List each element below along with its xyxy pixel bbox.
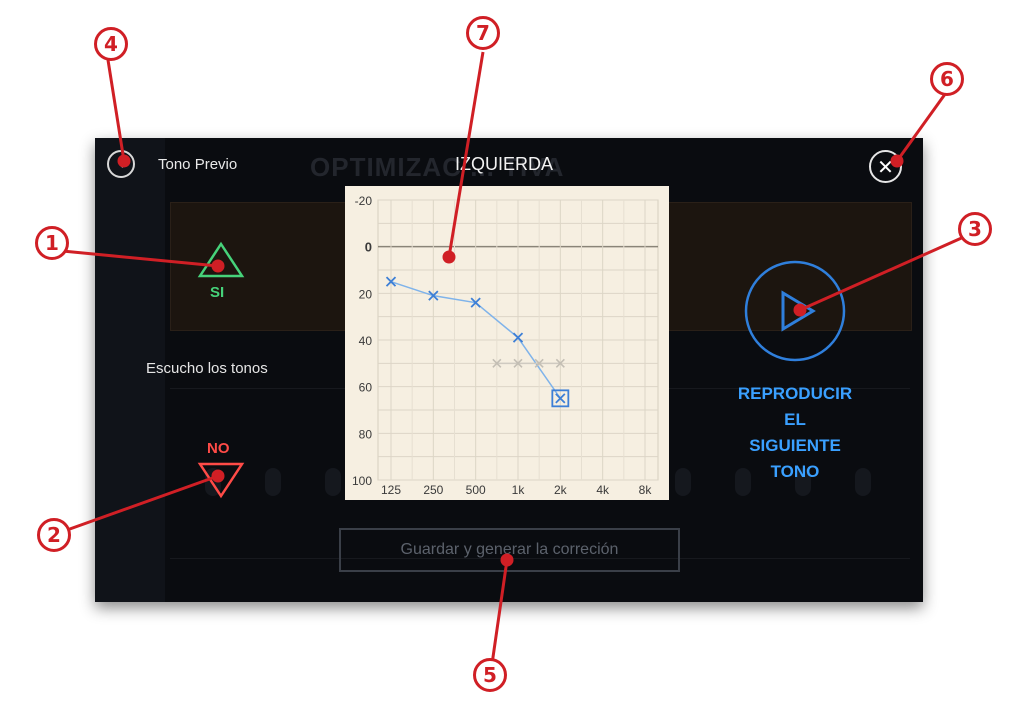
annotation-overlay	[51, 51, 976, 679]
callout-dot	[890, 154, 904, 168]
callout-dot	[442, 250, 456, 264]
callout-1: 1	[35, 226, 69, 260]
callout-leader-line	[799, 230, 976, 312]
callout-5: 5	[473, 658, 507, 692]
callout-leader-line	[895, 89, 950, 162]
callout-dot	[211, 469, 225, 483]
callout-2: 2	[37, 518, 71, 552]
callout-leader-line	[51, 248, 219, 268]
callout-dot	[117, 154, 131, 168]
callout-4: 4	[94, 27, 128, 61]
callout-leader-line	[106, 59, 126, 162]
callout-dot	[793, 303, 807, 317]
callout-leader-line	[447, 51, 485, 258]
callout-3: 3	[958, 212, 992, 246]
callout-7: 7	[466, 16, 500, 50]
callout-dot	[500, 553, 514, 567]
callout-leader-line	[52, 474, 219, 537]
callout-dot	[211, 259, 225, 273]
callout-6: 6	[930, 62, 964, 96]
